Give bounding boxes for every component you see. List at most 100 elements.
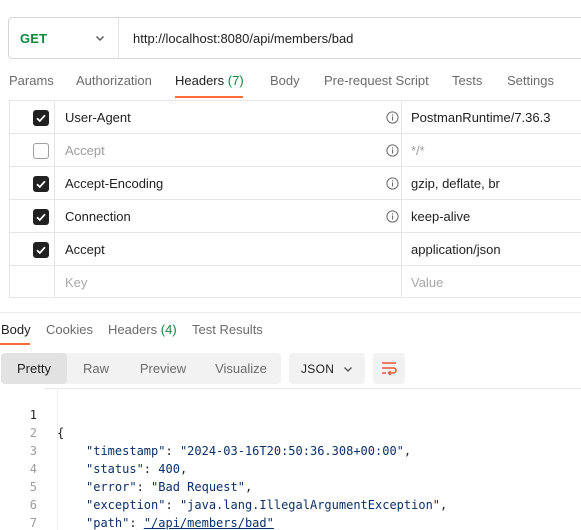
tab-headers[interactable]: Headers (7) — [175, 73, 244, 88]
tab-label: Settings — [507, 73, 554, 88]
chevron-down-icon — [96, 36, 104, 41]
tab-label: Headers — [108, 322, 158, 337]
check-icon — [36, 246, 46, 255]
tab-body[interactable]: Body — [270, 73, 300, 88]
header-checkbox[interactable] — [33, 110, 49, 126]
method-label: GET — [20, 30, 48, 46]
format-dropdown[interactable]: JSON — [289, 353, 365, 384]
header-key[interactable]: Connection — [65, 209, 131, 224]
view-mode-pretty[interactable]: Pretty — [1, 353, 67, 384]
code-line: 6 "path": "/api/members/bad" — [0, 478, 274, 530]
tab-label: Cookies — [46, 322, 93, 337]
tab-cookies[interactable]: Cookies — [46, 322, 93, 337]
view-mode-preview[interactable]: Preview — [125, 353, 201, 384]
url-input[interactable]: http://localhost:8080/api/members/bad — [119, 31, 353, 46]
header-key[interactable]: Accept-Encoding — [65, 176, 163, 191]
json-field: "exception": "java.lang.IllegalArgumentE… — [86, 498, 448, 512]
active-tab-indicator — [0, 343, 30, 345]
new-header-value-input[interactable]: Value — [411, 275, 443, 290]
wrap-lines-button[interactable] — [373, 353, 405, 384]
json-value: "2024-03-16T20:50:36.308+00:00" — [179, 444, 404, 458]
tab-label: Authorization — [76, 73, 152, 88]
json-link-value[interactable]: "/api/members/bad" — [144, 516, 274, 530]
view-mode-selector: Pretty Raw Preview Visualize — [1, 353, 281, 384]
table-row: Accept */* — [10, 133, 581, 166]
header-value[interactable]: */* — [411, 143, 425, 158]
header-value[interactable]: application/json — [411, 242, 501, 257]
tab-params[interactable]: Params — [9, 73, 54, 88]
check-icon — [36, 114, 46, 123]
json-value: "java.lang.IllegalArgumentException" — [179, 498, 441, 512]
tab-label: Body — [1, 322, 31, 337]
tab-label: Params — [9, 73, 54, 88]
tab-authorization[interactable]: Authorization — [76, 73, 152, 88]
tab-response-headers[interactable]: Headers (4) — [108, 322, 177, 337]
tab-label: Headers — [175, 73, 225, 88]
json-field: "timestamp": "2024-03-16T20:50:36.308+00… — [86, 444, 412, 458]
tab-tests[interactable]: Tests — [452, 73, 482, 88]
check-icon — [36, 213, 46, 222]
tab-settings[interactable]: Settings — [507, 73, 554, 88]
view-mode-visualize[interactable]: Visualize — [201, 353, 281, 384]
editor-gutter — [57, 388, 58, 530]
tab-response-body[interactable]: Body — [1, 322, 31, 337]
header-checkbox[interactable] — [33, 143, 49, 159]
json-value: 400 — [158, 462, 180, 476]
header-key[interactable]: Accept — [65, 143, 105, 158]
request-tabs: Params Authorization Headers (7) Body Pr… — [0, 70, 581, 100]
info-icon[interactable] — [386, 210, 399, 223]
json-key: "path" — [86, 516, 130, 530]
json-key: "timestamp" — [86, 444, 166, 458]
info-icon[interactable] — [386, 111, 399, 124]
tab-label: Test Results — [192, 322, 263, 337]
headers-table: User-Agent PostmanRuntime/7.36.3 Accept … — [9, 100, 581, 298]
tab-pre-request-script[interactable]: Pre-request Script — [324, 73, 429, 88]
header-key[interactable]: Accept — [65, 242, 105, 257]
tab-test-results[interactable]: Test Results — [192, 322, 263, 337]
code-line: 4 "error": "Bad Request", — [0, 442, 252, 494]
line-number: 7 — [29, 516, 37, 530]
view-mode-raw[interactable]: Raw — [67, 353, 125, 384]
header-value[interactable]: gzip, deflate, br — [411, 176, 500, 191]
code-line: 7 } — [0, 496, 37, 530]
table-row: Accept application/json — [10, 232, 581, 265]
check-icon — [36, 180, 46, 189]
header-checkbox[interactable] — [33, 176, 49, 192]
json-brace: { — [57, 426, 65, 440]
header-checkbox[interactable] — [33, 242, 49, 258]
json-key: "error" — [86, 480, 137, 494]
chevron-down-icon — [344, 367, 352, 372]
tab-count: (7) — [227, 73, 244, 88]
response-body-editor[interactable]: 1 { 2 "timestamp": "2024-03-16T20:50:36.… — [0, 388, 581, 530]
info-icon[interactable] — [386, 144, 399, 157]
json-key: "exception" — [86, 498, 166, 512]
table-row: Connection keep-alive — [10, 199, 581, 232]
json-field: "path": "/api/members/bad" — [86, 516, 274, 530]
tab-label: Pre-request Script — [324, 73, 429, 88]
format-label: JSON — [301, 362, 335, 376]
editor-border — [44, 388, 581, 389]
panel-divider[interactable] — [0, 312, 581, 313]
tab-label: Tests — [452, 73, 483, 88]
code-line: 2 "timestamp": "2024-03-16T20:50:36.308+… — [0, 406, 411, 458]
header-key[interactable]: User-Agent — [65, 110, 131, 125]
new-header-key-input[interactable]: Key — [65, 275, 87, 290]
header-checkbox[interactable] — [33, 209, 49, 225]
wrap-lines-icon — [382, 362, 397, 376]
json-field: "status": 400, — [86, 462, 188, 476]
code-line: 3 "status": 400, — [0, 424, 187, 476]
tab-label: Body — [270, 73, 300, 88]
json-key: "status" — [86, 462, 144, 476]
request-url-bar: GET http://localhost:8080/api/members/ba… — [8, 17, 581, 59]
info-icon[interactable] — [386, 177, 399, 190]
active-tab-indicator — [175, 96, 243, 98]
json-field: "error": "Bad Request", — [86, 480, 253, 494]
table-row: Accept-Encoding gzip, deflate, br — [10, 166, 581, 199]
header-value[interactable]: PostmanRuntime/7.36.3 — [411, 110, 550, 125]
tab-count: (4) — [160, 322, 177, 337]
header-value[interactable]: keep-alive — [411, 209, 470, 224]
method-selector[interactable]: GET — [9, 18, 119, 58]
code-line: 1 { — [0, 388, 64, 440]
code-line: 5 "exception": "java.lang.IllegalArgumen… — [0, 460, 448, 512]
table-row-new: Key Value — [10, 265, 581, 298]
